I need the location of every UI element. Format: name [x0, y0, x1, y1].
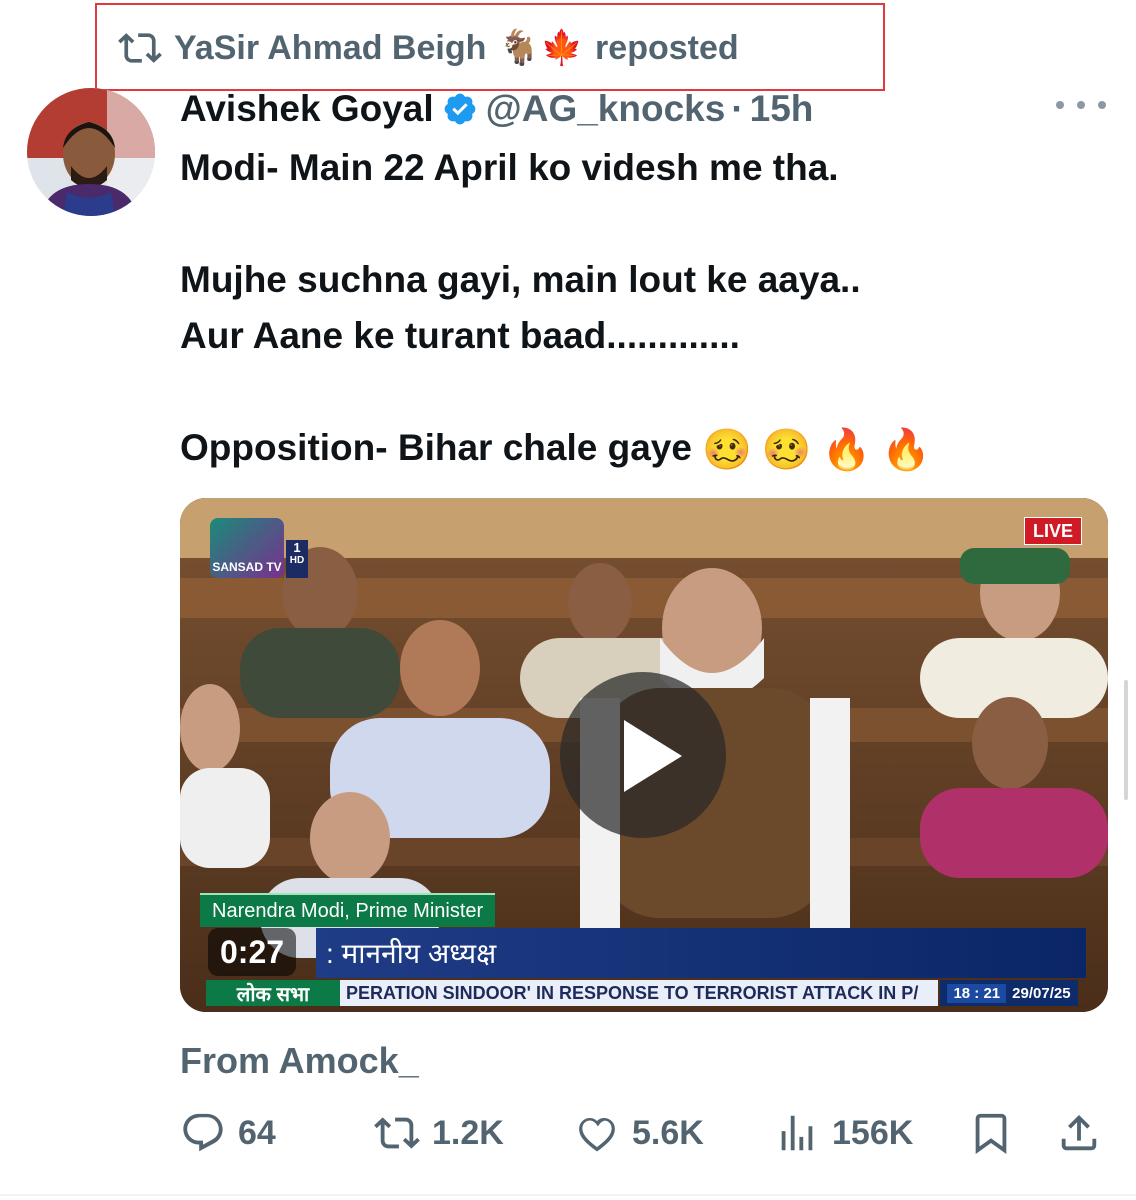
reply-button[interactable]: 64: [180, 1108, 276, 1158]
more-dot: [1098, 101, 1106, 109]
like-count: 5.6K: [632, 1113, 704, 1152]
repost-suffix: reposted: [595, 28, 739, 67]
tweet-text: Modi- Main 22 April ko videsh me tha. Mu…: [180, 147, 861, 468]
repost-icon: [374, 1117, 420, 1149]
repost-icon: [118, 33, 162, 63]
tweet-action-bar: 64 1.2K 5.6K 156K: [178, 1108, 1108, 1158]
bookmark-icon: [975, 1113, 1007, 1154]
author-handle[interactable]: @AG_knocks: [486, 88, 726, 130]
share-button[interactable]: [1056, 1108, 1102, 1158]
tweet-timestamp[interactable]: 15h: [750, 88, 814, 130]
title-caption: : माननीय अध्यक्ष: [316, 928, 1086, 978]
more-options-icon[interactable]: [1056, 90, 1106, 120]
ticker-date: 29/07/25: [1012, 984, 1071, 1002]
ticker-timestamp: 18 : 21 29/07/25: [940, 980, 1078, 1006]
avatar[interactable]: [27, 88, 155, 216]
bookmark-button[interactable]: [968, 1108, 1014, 1158]
verified-badge-icon[interactable]: [442, 91, 478, 127]
woozy-face-emoji: 🥴: [701, 428, 752, 473]
fire-emoji: 🔥: [821, 428, 872, 473]
channel-number: 1: [293, 540, 301, 555]
views-button[interactable]: 156K: [774, 1108, 913, 1158]
repost-button[interactable]: 1.2K: [374, 1108, 504, 1158]
channel-logo: SANSAD TV: [210, 518, 284, 578]
separator-dot: ·: [731, 88, 744, 129]
share-icon: [1061, 1114, 1097, 1151]
tweet-body: Modi- Main 22 April ko videsh me tha. Mu…: [180, 140, 1080, 476]
reply-count: 64: [238, 1113, 276, 1152]
repost-user-name[interactable]: YaSir Ahmad Beigh: [174, 29, 486, 68]
tweet-author-header: Avishek Goyal @AG_knocks · 15h: [180, 84, 813, 134]
channel-logo-text: SANSAD TV: [212, 560, 282, 574]
divider: [0, 1194, 1136, 1196]
ticker-time: 18 : 21: [947, 983, 1007, 1003]
author-name[interactable]: Avishek Goyal: [180, 88, 434, 130]
view-count: 156K: [832, 1113, 914, 1152]
media-source-attribution[interactable]: From Amock_: [180, 1040, 419, 1082]
ticker-text: PERATION SINDOOR' IN RESPONSE TO TERRORI…: [340, 980, 938, 1006]
repost-count: 1.2K: [432, 1113, 504, 1152]
scrollbar[interactable]: [1124, 680, 1128, 800]
fire-emoji: 🔥: [881, 428, 932, 473]
channel-number-badge: 1 HD: [286, 540, 308, 578]
more-dot: [1056, 101, 1064, 109]
channel-hd: HD: [289, 555, 305, 566]
reply-icon: [183, 1113, 223, 1152]
ticker-label: लोक सभा: [206, 980, 340, 1006]
live-badge: LIVE: [1024, 517, 1082, 545]
repost-user-emoji: 🐐🍁: [498, 29, 584, 67]
speaker-caption: Narendra Modi, Prime Minister: [200, 893, 496, 927]
more-dot: [1077, 101, 1085, 109]
play-button[interactable]: [560, 672, 726, 838]
avatar-image: [27, 88, 155, 216]
tweet-emojis: 🥴 🥴 🔥 🔥: [702, 430, 931, 470]
views-icon: [781, 1115, 813, 1151]
repost-indicator[interactable]: YaSir Ahmad Beigh 🐐🍁 reposted: [118, 26, 739, 70]
heart-icon: [579, 1118, 615, 1152]
like-button[interactable]: 5.6K: [574, 1108, 704, 1158]
video-duration: 0:27: [208, 928, 297, 976]
woozy-face-emoji: 🥴: [761, 428, 812, 473]
